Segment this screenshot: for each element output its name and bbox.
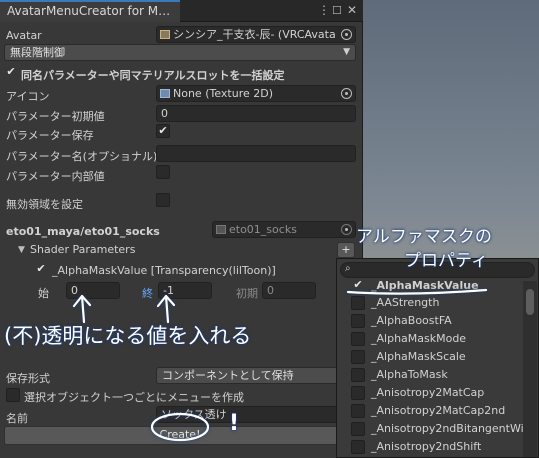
underline-alpha-mask [346,288,488,295]
arrow-up-start [72,294,92,324]
annotation-alpha-mask-line2: プロパティ [404,251,488,271]
annotation-alpha-mask-line1: アルファマスクの [356,227,492,247]
annotation-exclaim: ! [229,411,240,436]
arrow-up-end [156,294,176,324]
annotation-transparent-value: (不)透明になる値を入れる [4,324,252,348]
create-circle [150,412,210,442]
